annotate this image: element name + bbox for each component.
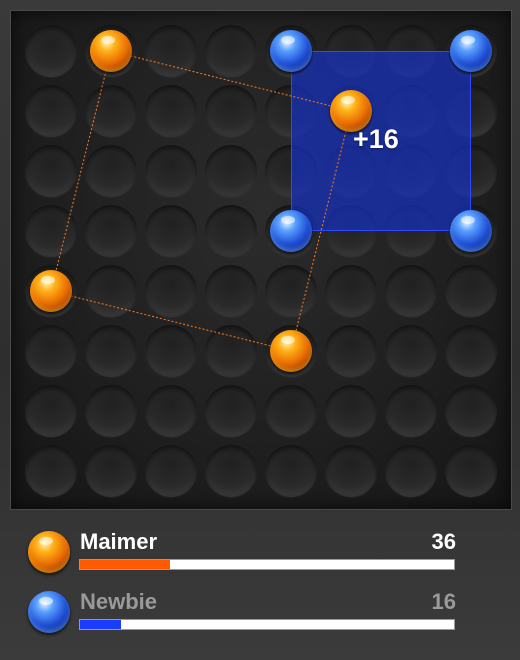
game-board[interactable]: +16 [10, 10, 512, 510]
marble-connection-lines [50, 50, 352, 352]
score-bar [79, 619, 455, 630]
blue-marble-icon [28, 591, 70, 633]
blue-marble[interactable] [450, 210, 492, 252]
player-score: 36 [431, 529, 456, 554]
game-window: +16 Maimer 36 Newbie 16 [0, 0, 520, 660]
player-name: Newbie [80, 589, 158, 614]
orange-marble-icon [28, 531, 70, 573]
blue-marble[interactable] [450, 30, 492, 72]
player-score-row: Maimer 36 [28, 529, 458, 577]
score-bar [79, 559, 455, 570]
orange-marble[interactable] [30, 270, 72, 312]
score-popup: +16 [353, 124, 399, 154]
connection-line [50, 50, 352, 352]
score-bar-fill [80, 560, 170, 569]
blue-marble[interactable] [270, 30, 312, 72]
score-bar-fill [80, 620, 122, 629]
orange-marble[interactable] [270, 330, 312, 372]
player-name: Maimer [80, 529, 158, 554]
blue-marble[interactable] [270, 210, 312, 252]
player-score-row: Newbie 16 [28, 589, 458, 637]
orange-marble[interactable] [90, 30, 132, 72]
player-score: 16 [431, 589, 456, 614]
